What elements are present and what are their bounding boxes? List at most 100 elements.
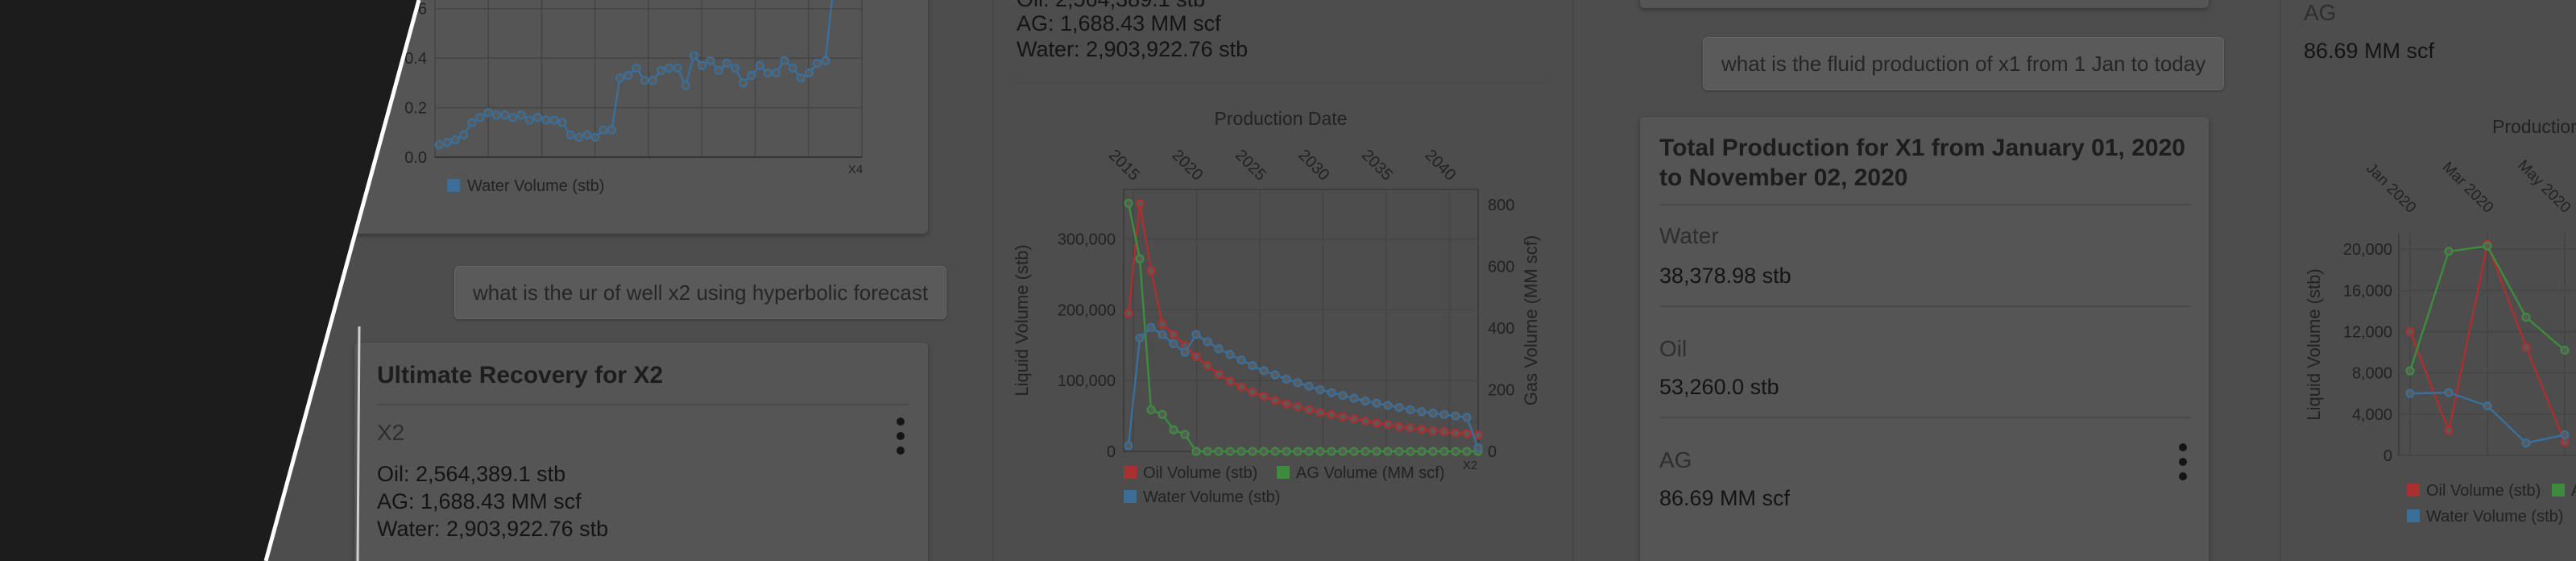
- card-title-line1: Total Production for X1 from January 01,…: [1659, 135, 2185, 161]
- water-series-point: [1473, 443, 1483, 453]
- x-end-label: X4: [848, 163, 863, 177]
- legend-swatch: [2407, 509, 2420, 522]
- y-tick-label: 20,000: [2343, 241, 2392, 259]
- oil-series-point: [1304, 405, 1314, 414]
- ag-series-point: [2444, 247, 2454, 256]
- ag-series-point: [1248, 447, 1257, 456]
- ag-series-point: [2405, 366, 2415, 376]
- divider: [1659, 305, 2191, 307]
- user-query-chip[interactable]: what is the ur of well x2 using hyperbol…: [454, 266, 947, 319]
- water-series-point: [1304, 381, 1314, 391]
- oil-series-point: [1248, 387, 1257, 397]
- water-series-point: [483, 108, 493, 118]
- y-tick-label: 0.0: [404, 149, 427, 167]
- water-series-point: [681, 81, 690, 90]
- water-series-point: [467, 118, 477, 127]
- ag-series-point: [1462, 447, 1472, 456]
- water-series-point: [574, 132, 584, 143]
- divider: [1659, 204, 2191, 206]
- water-series-point: [796, 73, 806, 83]
- column-divider: [2280, 0, 2281, 561]
- legend-label: Water Volume (stb): [467, 177, 604, 195]
- oil-series-point: [1282, 399, 1291, 409]
- water-series-point: [1169, 339, 1178, 349]
- water-series-point: [747, 71, 756, 81]
- oil-series-point: [2521, 343, 2531, 352]
- water-series-point: [1225, 350, 1235, 359]
- y-tick-label: 0.4: [404, 50, 427, 68]
- ag-series-point: [1315, 447, 1325, 456]
- oil-series-line: [1127, 203, 1479, 437]
- card-title: Ultimate Recovery for X2: [377, 362, 664, 389]
- water-series-point: [598, 125, 608, 135]
- ag-value: AG: 1,688.43 MM scf: [1017, 11, 1221, 35]
- ag-series-point: [1146, 405, 1156, 414]
- legend-swatch: [2552, 484, 2565, 497]
- water-series-point: [1338, 391, 1348, 401]
- ag-series-point: [1394, 447, 1404, 456]
- ag-series-point: [1428, 447, 1438, 456]
- ag-series-point: [1169, 425, 1178, 434]
- oil-series-point: [1315, 408, 1325, 418]
- x-tick-label: 2015: [1105, 147, 1143, 185]
- oil-series-point: [1428, 426, 1438, 436]
- more-options-icon[interactable]: [2176, 443, 2189, 480]
- water-value: Water: 2,903,922.76 stb: [1017, 37, 1249, 61]
- water-series-point: [1270, 370, 1280, 380]
- y-tick-label: 100,000: [1058, 372, 1116, 390]
- ag-value: 86.69 MM scf: [2304, 39, 2435, 63]
- oil-value: Oil: 2,564,389.1 stb: [377, 462, 566, 486]
- water-series-point: [582, 130, 592, 139]
- ag-series-point: [1360, 447, 1370, 456]
- y-tick-label: 300,000: [1058, 231, 1116, 248]
- oil-series-point: [1146, 266, 1156, 276]
- water-value: Water: 2,903,922.76 stb: [377, 517, 609, 541]
- oil-series-point: [1462, 429, 1472, 438]
- oil-series-point: [1270, 396, 1280, 405]
- user-query-chip[interactable]: what is the fluid production of x1 from …: [1703, 37, 2225, 90]
- oil-series-point: [1236, 382, 1246, 392]
- oil-series-point: [1406, 423, 1415, 433]
- oil-series-point: [1158, 319, 1167, 329]
- water-series-point: [771, 68, 781, 78]
- water-series-point: [1315, 384, 1325, 395]
- water-series-point: [1394, 402, 1404, 413]
- ag-series-point: [1236, 447, 1246, 456]
- total-production-card: Total Production for X1 from January 01,…: [1640, 117, 2209, 561]
- production-chart-x1: Production 0 4,000 8,000 12,000 16,000 20,000 J…: [2304, 116, 2576, 526]
- ag-series-point: [1439, 447, 1449, 456]
- x-tick-label: 2035: [1358, 147, 1396, 185]
- water-label: Water: [1659, 223, 1719, 248]
- y2-axis-label: Gas Volume (MM scf): [1521, 235, 1541, 405]
- water-series-point: [821, 56, 830, 65]
- water-series-point: [557, 118, 567, 127]
- water-series-point: [1383, 401, 1393, 410]
- y-axis-label: Liquid Volume (stb): [1012, 244, 1032, 396]
- y2-tick-label: 800: [1488, 197, 1514, 214]
- legend-swatch: [1124, 490, 1137, 503]
- oil-series-point: [1259, 391, 1269, 401]
- water-series-point: [1248, 361, 1257, 371]
- ag-series-point: [1214, 447, 1224, 456]
- oil-series-point: [1124, 309, 1133, 318]
- legend-swatch: [1277, 466, 1290, 479]
- y-tick-label: 200,000: [1058, 301, 1116, 319]
- ag-series-point: [1327, 447, 1336, 456]
- water-series-point: [1214, 344, 1224, 354]
- ag-series-point: [1124, 198, 1133, 208]
- more-options-icon[interactable]: [894, 418, 907, 455]
- water-series-point: [2405, 389, 2415, 398]
- water-series-point: [434, 140, 444, 150]
- water-series-point: [491, 110, 502, 120]
- legend-label: Oil Volume (stb): [2426, 482, 2541, 500]
- card-title-line2: to November 02, 2020: [1659, 164, 1908, 191]
- water-series-point: [1282, 374, 1291, 384]
- y-tick-label: 0: [1107, 443, 1116, 461]
- water-series-point: [516, 110, 526, 120]
- ag-label: AG: [2304, 0, 2337, 25]
- y-axis-label: Liquid Volume (stb): [2304, 268, 2324, 420]
- water-series-point: [648, 76, 658, 85]
- oil-series-point: [1293, 402, 1302, 412]
- water-series-point: [459, 130, 469, 139]
- ag-value: 86.69 MM scf: [1659, 486, 1791, 510]
